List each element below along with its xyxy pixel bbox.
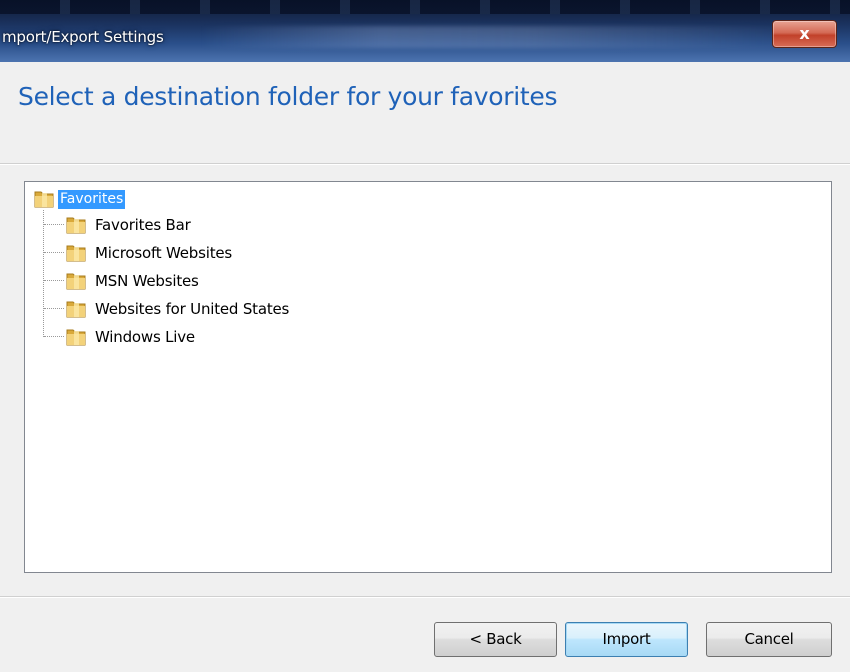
folder-icon (33, 189, 55, 209)
tree-branch-line (44, 308, 64, 309)
tree-item-label: MSN Websites (95, 272, 199, 290)
import-export-dialog: mport/Export Settings x Select a destina… (0, 0, 850, 672)
footer-divider (0, 596, 850, 598)
header-divider (0, 163, 850, 165)
folder-icon (65, 243, 87, 263)
tree-item-label: Microsoft Websites (95, 244, 233, 262)
tree-item-msn-websites[interactable]: MSN Websites (65, 269, 199, 293)
tree-branch-line (44, 224, 64, 225)
tree-item-windows-live[interactable]: Windows Live (65, 325, 195, 349)
tree-branch-line (44, 336, 64, 337)
tree-item-favorites-bar[interactable]: Favorites Bar (65, 213, 191, 237)
header-area (0, 62, 850, 164)
tree-item-favorites[interactable]: Favorites (33, 188, 126, 210)
cancel-button[interactable]: Cancel (706, 622, 832, 657)
folder-icon (65, 299, 87, 319)
tree-item-label: Favorites Bar (95, 216, 191, 234)
import-button[interactable]: Import (565, 622, 688, 657)
folder-icon (65, 215, 87, 235)
tree-branch-line (44, 280, 64, 281)
tree-connector-line (43, 210, 44, 337)
folder-icon (65, 327, 87, 347)
folder-tree[interactable]: Favorites Favorites Bar Microsoft Websit… (24, 181, 832, 573)
tree-item-label: Favorites (58, 189, 126, 209)
folder-icon (65, 271, 87, 291)
tree-item-label: Windows Live (95, 328, 195, 346)
tree-item-label: Websites for United States (95, 300, 290, 318)
tree-item-websites-for-united-states[interactable]: Websites for United States (65, 297, 289, 321)
page-title: Select a destination folder for your fav… (18, 82, 558, 111)
back-button[interactable]: < Back (434, 622, 557, 657)
window-title: mport/Export Settings (2, 28, 164, 46)
tree-branch-line (44, 252, 64, 253)
close-button[interactable]: x (772, 20, 837, 48)
tree-item-microsoft-websites[interactable]: Microsoft Websites (65, 241, 232, 265)
